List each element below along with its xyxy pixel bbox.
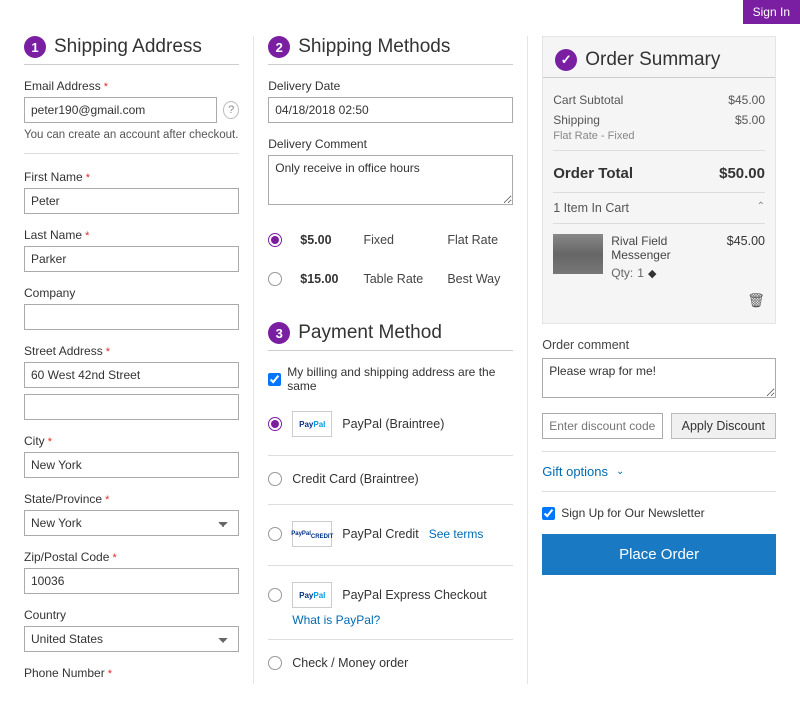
order-summary-panel: Order Summary Cart Subtotal $45.00 Shipp… [542, 36, 776, 324]
cart-item-name: Rival Field Messenger [611, 234, 719, 262]
step-3-badge: 3 [268, 322, 290, 344]
cart-toggle[interactable]: 1 Item In Cart ⌃ [553, 192, 765, 224]
gift-options-toggle[interactable]: Gift options ⌄ [542, 451, 776, 492]
same-address-checkbox[interactable] [268, 373, 281, 386]
payment-method-title: Payment Method [298, 322, 442, 344]
zip-field[interactable] [24, 568, 239, 594]
ship-radio-flatrate[interactable] [268, 233, 282, 247]
newsletter-label: Sign Up for Our Newsletter [561, 506, 704, 520]
pay-option-pp-express[interactable]: PayPal PayPal Express Checkout [268, 576, 513, 614]
delivery-comment-label: Delivery Comment [268, 137, 513, 151]
city-label: City [24, 434, 239, 448]
discount-code-field[interactable] [542, 413, 662, 439]
shipping-value: $5.00 [735, 113, 765, 127]
step-2-badge: 2 [268, 36, 290, 58]
phone-label: Phone Number [24, 666, 239, 680]
country-select[interactable]: United States [24, 626, 239, 652]
subtotal-value: $45.00 [728, 93, 765, 107]
pay-option-cc-bt[interactable]: Credit Card (Braintree) [268, 466, 513, 492]
chevron-down-icon: ⌄ [616, 466, 624, 477]
shipping-method-label: Flat Rate - Fixed [553, 130, 765, 142]
pay-radio-check[interactable] [268, 656, 282, 670]
street2-field[interactable] [24, 394, 239, 420]
step-1-badge: 1 [24, 36, 46, 58]
apply-discount-button[interactable]: Apply Discount [671, 413, 776, 439]
order-comment-field[interactable] [542, 358, 776, 398]
order-total-label: Order Total [553, 165, 633, 182]
country-label: Country [24, 608, 239, 622]
cart-item-price: $45.00 [727, 234, 765, 280]
newsletter-checkbox[interactable] [542, 507, 555, 520]
order-total-value: $50.00 [719, 165, 765, 182]
first-name-field[interactable] [24, 188, 239, 214]
pay-radio-pp-express[interactable] [268, 588, 282, 602]
subtotal-label: Cart Subtotal [553, 93, 623, 107]
ship-option-flatrate[interactable]: $5.00 Fixed Flat Rate [268, 222, 513, 257]
zip-label: Zip/Postal Code [24, 550, 239, 564]
paypal-logo-icon: PayPal [292, 411, 332, 437]
ship-radio-bestway[interactable] [268, 272, 282, 286]
pay-option-check[interactable]: Check / Money order [268, 650, 513, 676]
paypal-credit-logo-icon: PayPalCREDIT [292, 521, 332, 547]
street-label: Street Address [24, 344, 239, 358]
paypal-express-logo-icon: PayPal [292, 582, 332, 608]
order-comment-label: Order comment [542, 338, 776, 352]
shipping-label: Shipping [553, 113, 600, 127]
summary-check-icon [555, 49, 577, 71]
company-field[interactable] [24, 304, 239, 330]
delivery-date-label: Delivery Date [268, 79, 513, 93]
pay-radio-pp-credit[interactable] [268, 527, 282, 541]
pay-radio-paypal-bt[interactable] [268, 417, 282, 431]
pay-option-paypal-bt[interactable]: PayPal PayPal (Braintree) [268, 405, 513, 443]
delivery-date-field[interactable] [268, 97, 513, 123]
cart-item-thumbnail [553, 234, 603, 274]
shipping-address-title: Shipping Address [54, 36, 202, 58]
shipping-methods-title: Shipping Methods [298, 36, 450, 58]
company-label: Company [24, 286, 239, 300]
email-hint: You can create an account after checkout… [24, 129, 239, 141]
chevron-up-icon: ⌃ [757, 201, 765, 215]
what-is-paypal-link[interactable]: What is PayPal? [292, 613, 380, 627]
state-select[interactable]: New York [24, 510, 239, 536]
delivery-comment-field[interactable] [268, 155, 513, 205]
same-address-label: My billing and shipping address are the … [287, 365, 513, 393]
city-field[interactable] [24, 452, 239, 478]
first-name-label: First Name [24, 170, 239, 184]
email-help-icon[interactable]: ? [223, 101, 239, 119]
state-label: State/Province [24, 492, 239, 506]
place-order-button[interactable]: Place Order [542, 534, 776, 575]
cart-item: Rival Field Messenger Qty: 1 ◆ $45.00 [553, 224, 765, 290]
pay-radio-cc-bt[interactable] [268, 472, 282, 486]
sign-in-button[interactable]: Sign In [743, 0, 800, 24]
qty-stepper-icon[interactable]: ◆ [648, 267, 656, 280]
last-name-field[interactable] [24, 246, 239, 272]
last-name-label: Last Name [24, 228, 239, 242]
email-field[interactable] [24, 97, 217, 123]
street1-field[interactable] [24, 362, 239, 388]
email-label: Email Address [24, 79, 239, 93]
pay-option-pp-credit[interactable]: PayPalCREDIT PayPal Credit See terms [268, 515, 513, 553]
see-terms-link[interactable]: See terms [429, 527, 484, 541]
order-summary-title: Order Summary [585, 49, 720, 71]
trash-icon[interactable]: 🗑 [747, 292, 765, 308]
ship-option-bestway[interactable]: $15.00 Table Rate Best Way [268, 261, 513, 296]
